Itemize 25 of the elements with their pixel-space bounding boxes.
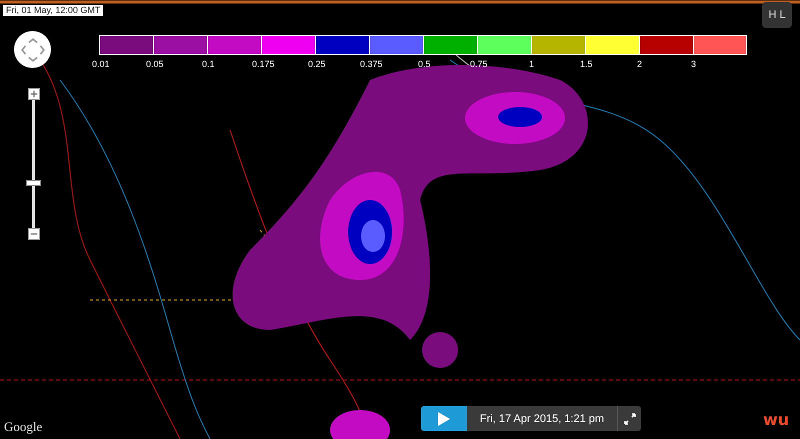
legend-label: 0.75: [470, 59, 488, 69]
legend-label: 0.01: [92, 59, 110, 69]
map-logo: Google: [4, 419, 42, 435]
hl-button[interactable]: H L: [762, 2, 792, 28]
legend-label: 1: [529, 59, 534, 69]
zoom-in-button[interactable]: [28, 88, 40, 100]
expand-icon: [624, 412, 636, 424]
legend-label: 0.05: [146, 59, 164, 69]
play-button[interactable]: [421, 406, 467, 431]
expand-button[interactable]: [617, 406, 641, 431]
legend-label: 3: [691, 59, 696, 69]
legend-label: 1.5: [580, 59, 592, 69]
brand-logo[interactable]: wu: [763, 410, 790, 429]
play-icon: [438, 412, 450, 426]
date-label: Fri, 17 Apr 2015, 1:21 pm: [478, 412, 606, 426]
legend-label: 0.1: [202, 59, 214, 69]
legend-label: 0.25: [308, 59, 326, 69]
legend-label: 2: [637, 59, 642, 69]
legend-label: 0.375: [360, 59, 383, 69]
legend-label: 0.5: [418, 59, 430, 69]
zoom-thumb[interactable]: [26, 180, 41, 186]
timestamp-label: Fri, 01 May, 12:00 GMT: [3, 5, 104, 16]
zoom-out-button[interactable]: [28, 228, 40, 240]
legend-label: 0.175: [252, 59, 275, 69]
plus-icon: [30, 90, 38, 98]
